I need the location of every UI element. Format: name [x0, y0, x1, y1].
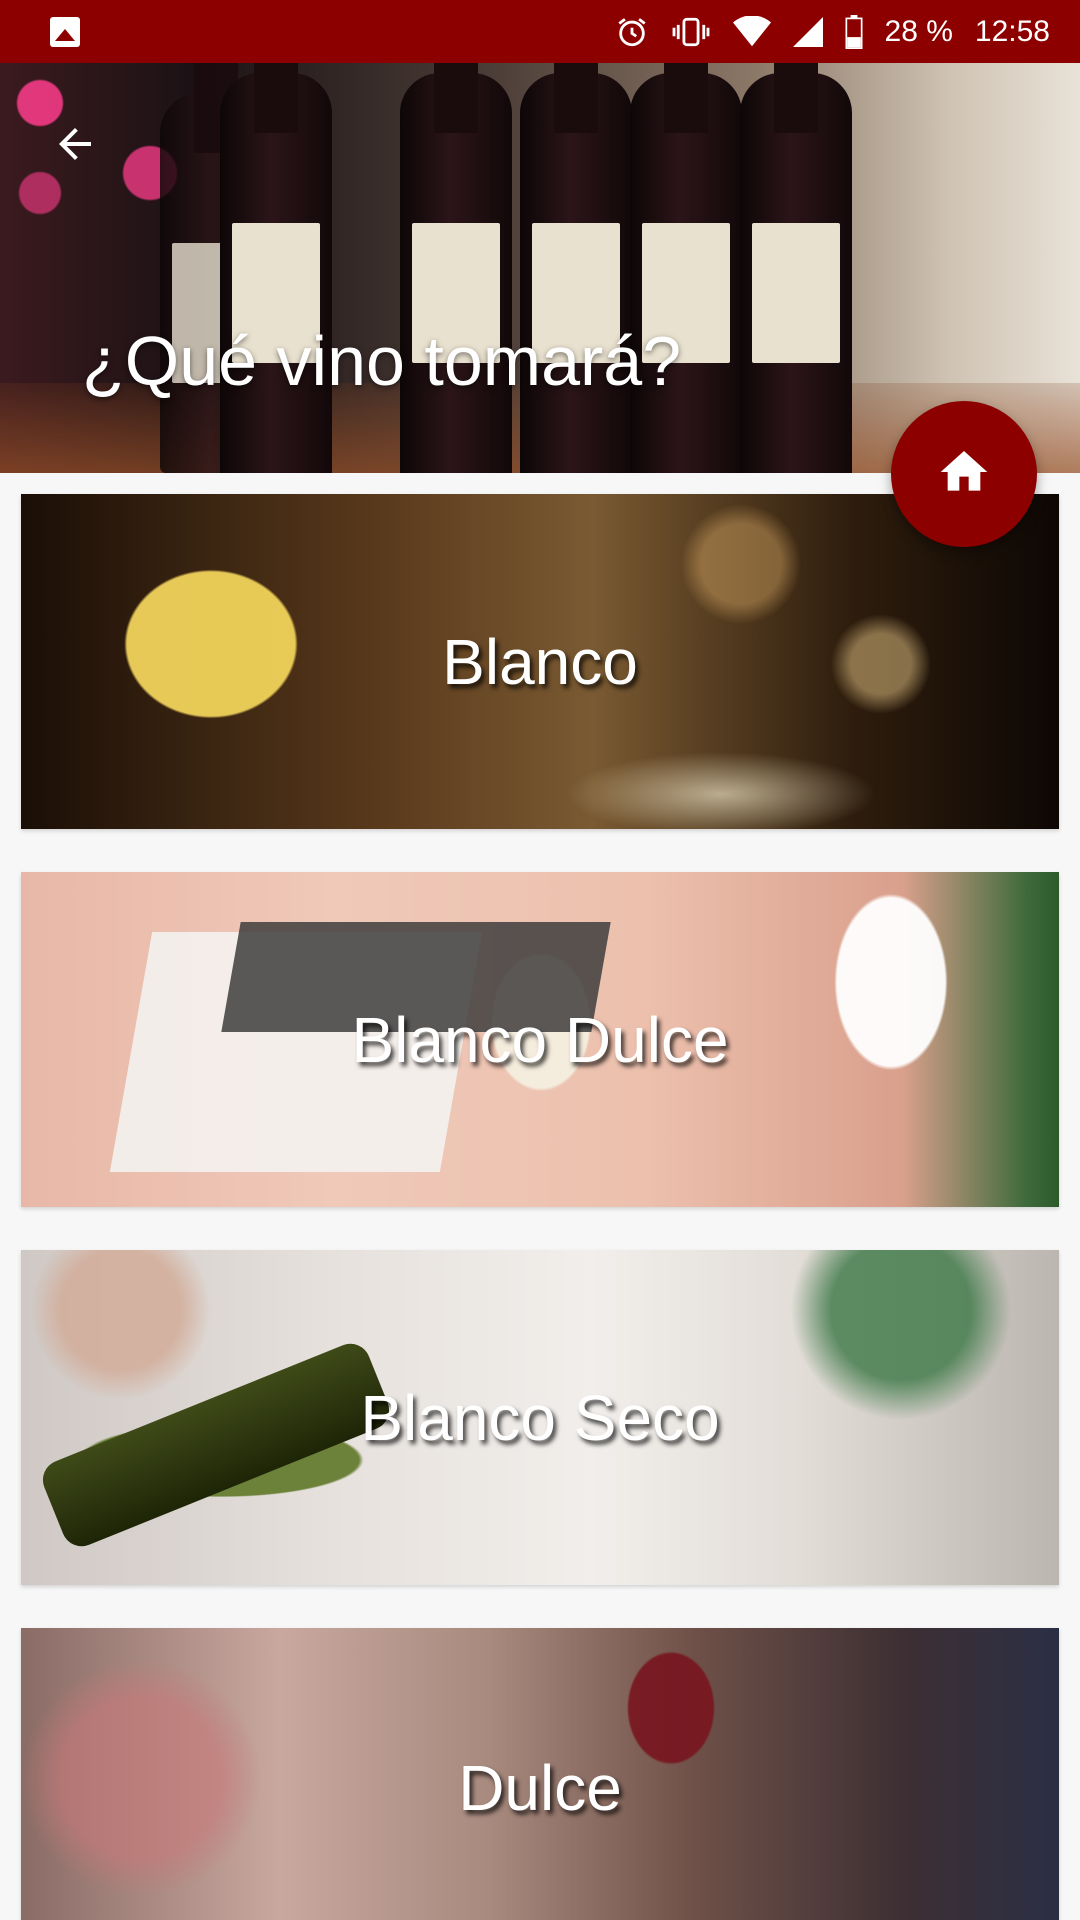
back-button[interactable]: [40, 111, 110, 181]
status-bar: 28 % 12:58: [0, 0, 1080, 63]
category-card-blanco[interactable]: Blanco: [21, 494, 1059, 829]
battery-percent: 28 %: [884, 14, 953, 48]
category-label: Blanco Seco: [360, 1381, 720, 1454]
header-banner: ¿Qué vino tomará?: [0, 63, 1080, 473]
signal-icon: [792, 16, 823, 47]
bottle-image: [400, 63, 512, 473]
bottle-image: [630, 63, 742, 473]
category-card-blanco-dulce[interactable]: Blanco Dulce: [21, 872, 1059, 1207]
category-label: Blanco Dulce: [351, 1003, 729, 1076]
bottle-image: [520, 63, 632, 473]
card-photo-detail: [36, 1337, 396, 1553]
status-right: 28 % 12:58: [615, 14, 1050, 49]
battery-icon: [845, 14, 863, 49]
category-card-dulce[interactable]: Dulce: [21, 1628, 1059, 1920]
gallery-icon: [50, 16, 80, 47]
clock: 12:58: [974, 14, 1050, 48]
wifi-icon: [732, 15, 771, 48]
home-button[interactable]: [891, 401, 1037, 547]
bottle-image: [740, 63, 852, 473]
page-title: ¿Qué vino tomará?: [82, 322, 682, 400]
bottle-image: [220, 63, 332, 473]
category-label: Dulce: [458, 1752, 622, 1824]
vibrate-icon: [671, 15, 711, 49]
category-label: Blanco: [442, 625, 638, 698]
status-left: [50, 16, 80, 47]
home-icon: [936, 444, 992, 505]
alarm-icon: [615, 15, 649, 49]
category-card-blanco-seco[interactable]: Blanco Seco: [21, 1250, 1059, 1585]
arrow-left-icon: [51, 120, 99, 173]
